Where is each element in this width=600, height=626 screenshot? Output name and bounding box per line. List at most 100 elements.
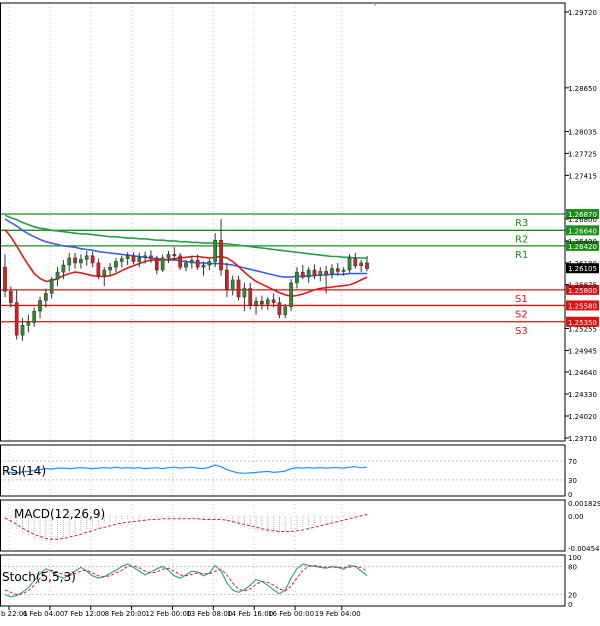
candle-body — [295, 271, 299, 284]
candle-body — [178, 255, 183, 268]
candle-body — [306, 269, 311, 278]
candle-body — [195, 259, 200, 268]
candle-body — [26, 322, 31, 326]
rsi-tick-label: 30 — [568, 477, 577, 485]
price-tick-label: 1.27415 — [568, 172, 597, 180]
stoch-title: Stoch(5,5,3) — [2, 570, 76, 584]
price-tick-label: 1.24640 — [568, 369, 597, 377]
price-tick-label: 1.24020 — [568, 413, 597, 421]
price-tick-label: 1.28650 — [568, 85, 597, 93]
candle-body — [318, 271, 323, 276]
candle-body — [230, 279, 235, 291]
candle-body — [277, 302, 282, 315]
candle-body — [236, 279, 241, 298]
candle-body — [330, 268, 334, 275]
candle-body — [114, 261, 118, 268]
candle-body — [125, 255, 130, 259]
trading-chart: R3 1.26870 R2 1.26640 R1 1.26420 S1 1.25800 S2 1.… — [0, 0, 600, 622]
price-tick-label: 1.25255 — [568, 325, 597, 333]
candle-body — [225, 269, 229, 291]
candle-body — [324, 271, 328, 275]
candle-body — [143, 255, 147, 258]
candle-body — [365, 262, 369, 269]
price-tick-label: 1.25875 — [568, 282, 597, 290]
price-tick-label: 1.27725 — [568, 150, 597, 158]
stoch-tick-label: 80 — [568, 563, 577, 571]
candle-body — [90, 255, 95, 264]
candle-body — [44, 293, 48, 301]
pivot-name-s3: S3 — [515, 326, 528, 337]
candle-body — [248, 288, 253, 306]
time-tick-label: 14 Feb 16:00 — [227, 610, 273, 618]
candle-body — [260, 300, 264, 305]
candle-body — [108, 266, 112, 271]
time-tick-label: 6 Feb 04:00 — [23, 610, 64, 618]
candle-body — [32, 310, 37, 323]
candle-body — [20, 325, 25, 336]
candle-body — [289, 282, 293, 308]
candle-body — [38, 300, 42, 312]
price-tick-label: 1.24330 — [568, 391, 597, 399]
candle-body — [102, 269, 107, 276]
candle-body — [353, 257, 358, 267]
candle-body — [55, 271, 60, 280]
candle-body — [347, 257, 352, 271]
pivot-name-r2: R2 — [515, 234, 528, 245]
candle-body — [201, 264, 206, 268]
stoch-tick-label: 0 — [568, 601, 572, 609]
candle-body — [96, 262, 101, 276]
candle-body — [149, 255, 153, 259]
candle-body — [119, 258, 124, 262]
time-tick-label: 7 Feb 12:00 — [64, 610, 105, 618]
candle-body — [67, 257, 72, 266]
pivot-value-label: 1.26640 — [568, 227, 597, 235]
candle-body — [341, 269, 346, 272]
candle-body — [207, 261, 212, 266]
candle-body — [73, 257, 77, 264]
pivot-value-label: 1.25580 — [568, 302, 597, 310]
candle-body — [61, 264, 66, 273]
price-tick-label: 1.23710 — [568, 435, 597, 443]
candle-body — [219, 239, 223, 271]
rsi-tick-label: 70 — [568, 458, 577, 466]
candle-body — [271, 299, 276, 303]
price-tick-label: 1.28035 — [568, 128, 597, 136]
chart-canvas: R31.26870R21.26640R11.26420S11.25800S21.… — [0, 0, 600, 622]
candle-body — [213, 239, 218, 262]
candle-body — [184, 262, 188, 268]
candle-body — [160, 257, 165, 271]
candle-body — [3, 266, 7, 292]
candle-body — [189, 259, 194, 264]
time-tick-label: 13 Feb 08:00 — [186, 610, 232, 618]
candle-body — [166, 254, 171, 259]
candle-body — [359, 262, 364, 267]
macd-tick-label: 0.001829 — [568, 500, 600, 508]
candle-body — [79, 259, 83, 264]
pivot-name-s1: S1 — [515, 294, 528, 305]
candle-body — [254, 300, 258, 306]
pivot-name-r3: R3 — [515, 218, 528, 229]
candle-body — [242, 288, 247, 298]
time-tick-label: 8 Feb 20:00 — [105, 610, 146, 618]
candle-body — [312, 269, 317, 276]
stoch-tick-label: 20 — [568, 592, 577, 600]
current-price-label: 1.26105 — [568, 265, 597, 273]
time-tick-label: 19 Feb 04:00 — [315, 610, 361, 618]
candle-body — [283, 306, 288, 315]
rsi-tick-label: 0 — [568, 491, 572, 499]
pivot-name-r1: R1 — [515, 250, 528, 261]
stoch-tick-label: 100 — [568, 554, 581, 562]
candle-body — [154, 257, 159, 271]
macd-tick-label: 0.00 — [568, 513, 584, 521]
time-tick-label: 12 Feb 00:00 — [145, 610, 191, 618]
candle-body — [335, 268, 340, 272]
price-tick-label: 1.29720 — [568, 9, 597, 17]
candle-body — [300, 271, 305, 278]
price-tick-label: 1.24945 — [568, 347, 597, 355]
rsi-title: RSI(14) — [2, 464, 46, 478]
macd-tick-label: -0.004542 — [568, 545, 600, 553]
candle-body — [131, 255, 136, 262]
candle-body — [14, 302, 19, 336]
candle-body — [84, 255, 89, 260]
pivot-name-s2: S2 — [515, 309, 528, 320]
